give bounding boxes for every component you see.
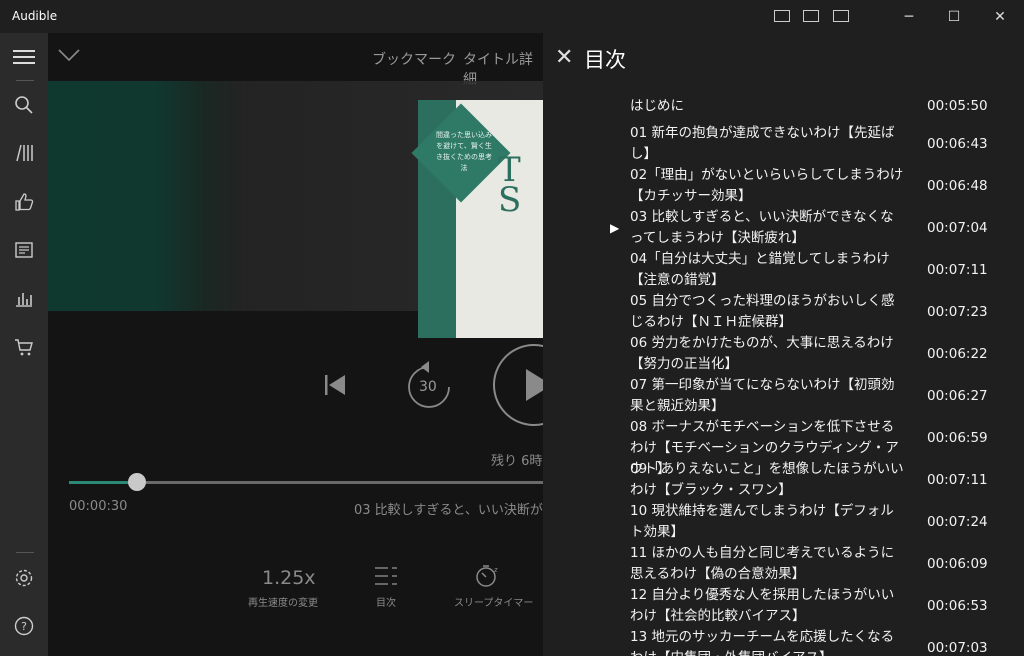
sleep-timer-label: スリープタイマー <box>454 598 534 609</box>
compact-view-icon[interactable] <box>774 10 790 22</box>
notes-icon[interactable] <box>12 238 36 262</box>
progress-thumb[interactable] <box>128 473 146 491</box>
toc-chapter-title: 07 第一印象が当てにならないわけ【初頭効果と親近効果】 <box>630 377 895 414</box>
book-cover: 間違った思い込みを避けて、賢く生き抜くための思考法 T S <box>411 100 543 338</box>
hamburger-icon[interactable] <box>12 45 36 69</box>
sidebar: ? <box>0 33 48 656</box>
close-icon[interactable]: ✕ <box>555 45 573 70</box>
thumbs-up-icon[interactable] <box>12 190 36 214</box>
elapsed-time: 00:00:30 <box>69 499 128 514</box>
toc-chapter-time: 00:06:43 <box>927 136 988 152</box>
sidebar-divider <box>16 552 34 553</box>
title-bar: Audible ─ ☐ ✕ <box>0 0 1024 33</box>
toc-chapter-time: 00:06:09 <box>927 556 988 572</box>
maximize-button[interactable]: ☐ <box>931 0 977 33</box>
progress-fill <box>69 481 137 484</box>
svg-text:?: ? <box>21 620 27 633</box>
toc-list-icon[interactable] <box>374 566 398 590</box>
toc-chapter-time: 00:06:48 <box>927 178 988 194</box>
toc-chapter-title: 02「理由」がないといらいらしてしまうわけ【カチッサー効果】 <box>630 167 904 204</box>
toc-panel: ✕ 目次 はじめに 00:05:50 01 新年の抱負が達成できないわけ【先延ばし】… <box>543 33 1024 656</box>
search-icon[interactable] <box>12 93 36 117</box>
toc-chapter-time: 00:06:59 <box>927 430 988 446</box>
toc-chapter-title: 12 自分より優秀な人を採用したほうがいいわけ【社会的比較バイアス】 <box>630 587 895 624</box>
cart-icon[interactable] <box>12 335 36 359</box>
toc-title: 目次 <box>584 48 626 72</box>
toc-chapter-title: 03 比較しすぎると、いい決断ができなくなってしまうわけ【決断疲れ】 <box>630 209 894 246</box>
toc-chapter-title: 09「ありえないこと」を想像したほうがいいわけ【ブラック・スワン】 <box>630 461 904 498</box>
toc-chapter-title: 05 自分でつくった料理のほうがおいしく感じるわけ【ＮＩＨ症候群】 <box>630 293 895 330</box>
current-chapter-label: 03 比較しすぎると、いい決断ができ <box>354 503 543 518</box>
speed-label: 再生速度の変更 <box>248 598 318 609</box>
toc-chapter-time: 00:06:27 <box>927 388 988 404</box>
app-title: Audible <box>12 9 58 23</box>
sleep-timer-icon[interactable]: z <box>474 563 500 593</box>
previous-chapter-button[interactable] <box>323 373 347 401</box>
toc-chapter-time: 00:07:04 <box>927 220 988 236</box>
picture-view-icon[interactable] <box>803 10 819 22</box>
toc-chapter-title: 06 労力をかけたものが、大事に思えるわけ【努力の正当化】 <box>630 335 894 372</box>
player-panel: ブックマーク タイトル詳細 間違った思い込みを避けて、賢く生き抜くための思考法 … <box>48 33 543 656</box>
mini-player-icon[interactable] <box>833 10 849 22</box>
toc-chapter-time: 00:07:11 <box>927 262 988 278</box>
now-playing-icon: ▶ <box>610 221 620 235</box>
toc-chapter-time: 00:07:03 <box>927 640 988 656</box>
gear-icon[interactable] <box>12 566 36 590</box>
toc-chapter-title: はじめに <box>630 98 684 114</box>
speed-value[interactable]: 1.25x <box>262 567 316 589</box>
toc-chapter-title: 10 現状維持を選んでしまうわけ【デフォルト効果】 <box>630 503 894 540</box>
help-icon[interactable]: ? <box>12 614 36 638</box>
toc-chapter-time: 00:07:23 <box>927 304 988 320</box>
toc-chapter-time: 00:06:22 <box>927 346 988 362</box>
play-button[interactable] <box>492 343 543 437</box>
stats-icon[interactable] <box>12 286 36 310</box>
toc-chapter-title: 01 新年の抱負が達成できないわけ【先延ばし】 <box>630 125 895 162</box>
toc-chapter-title: 13 地元のサッカーチームを応援したくなるわけ【内集団・外集団バイアス】 <box>630 629 895 656</box>
skip-back-seconds: 30 <box>419 379 437 395</box>
svg-text:z: z <box>494 566 498 574</box>
cover-text: 間違った思い込みを避けて、賢く生き抜くための思考法 <box>436 131 492 172</box>
cover-title: T S <box>498 150 522 220</box>
toc-chapter-title: 11 ほかの人も自分と同じ考えでいるように思えるわけ【偽の合意効果】 <box>630 545 895 582</box>
toc-chapter-time: 00:05:50 <box>927 98 988 114</box>
toc-chapter-time: 00:07:11 <box>927 472 988 488</box>
chevron-down-icon[interactable] <box>58 47 80 66</box>
sidebar-divider <box>16 80 34 81</box>
toc-chapter-title: 04「自分は大丈夫」と錯覚してしまうわけ【注意の錯覚】 <box>630 251 890 288</box>
toc-chapter-time: 00:07:24 <box>927 514 988 530</box>
minimize-button[interactable]: ─ <box>886 0 932 33</box>
remaining-time: 残り 6時間 <box>491 454 543 469</box>
bookmark-link[interactable]: ブックマーク <box>372 49 456 69</box>
library-icon[interactable] <box>12 141 36 165</box>
toc-chapter-time: 00:06:53 <box>927 598 988 614</box>
toc-label: 目次 <box>376 598 396 609</box>
close-window-button[interactable]: ✕ <box>977 0 1023 33</box>
